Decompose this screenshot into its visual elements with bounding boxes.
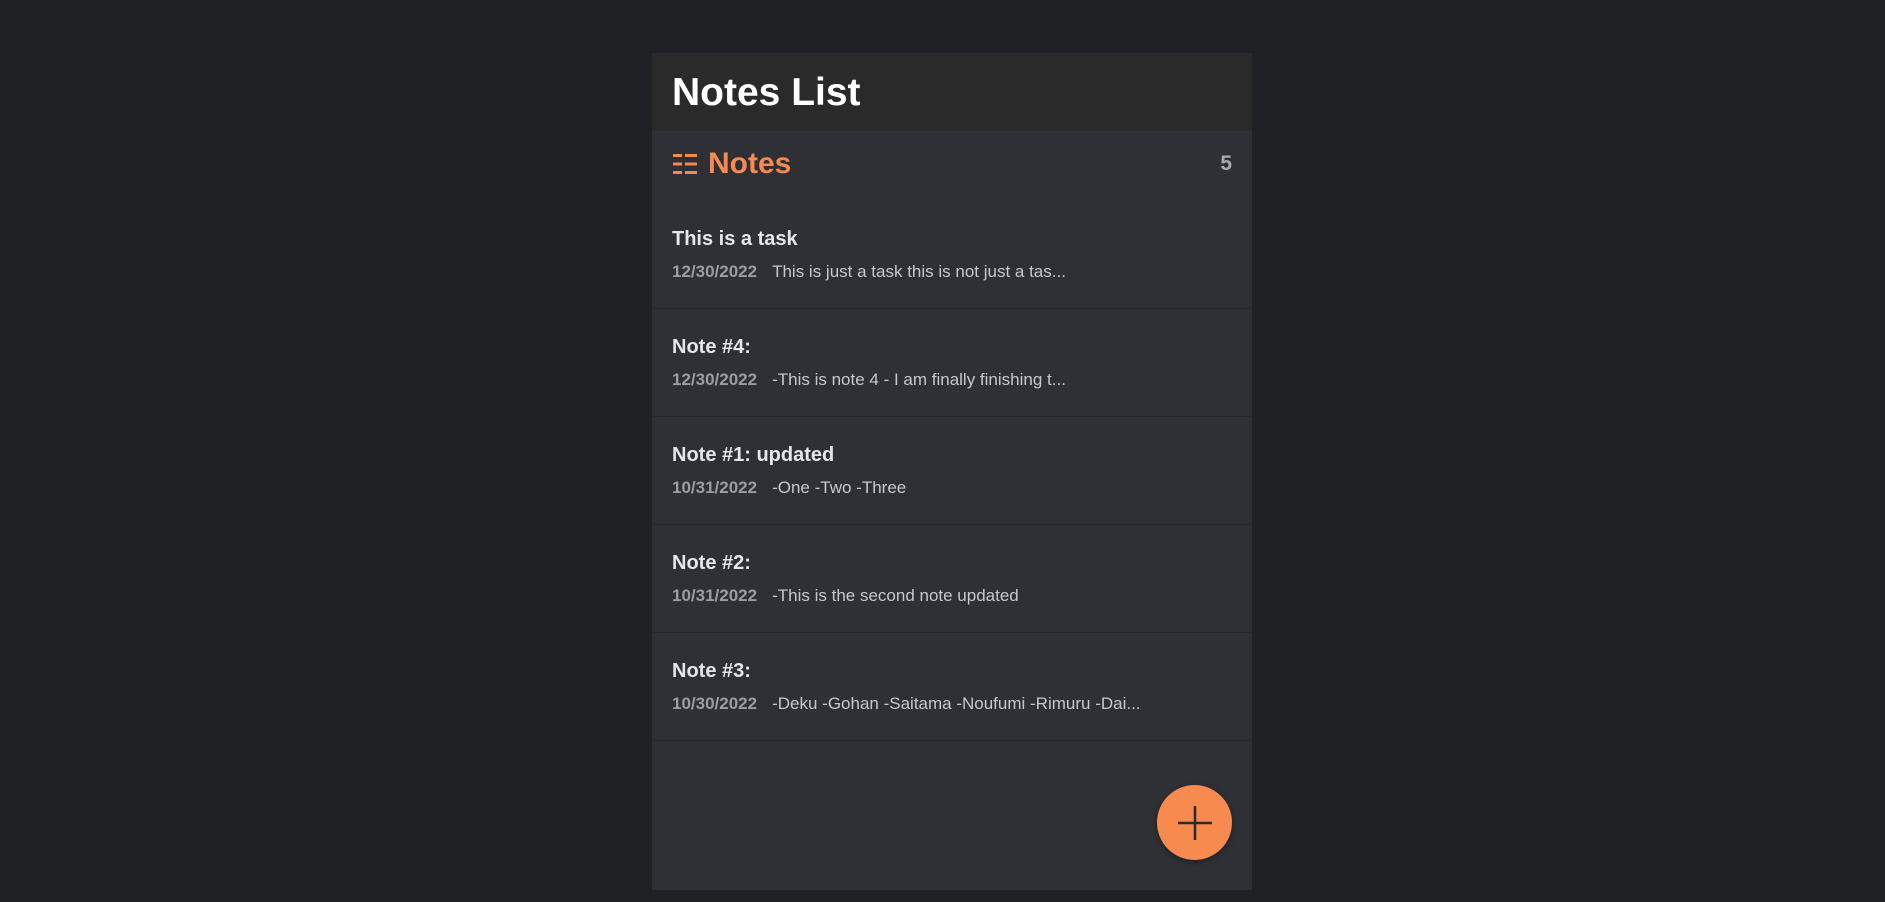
notes-app: Notes List Notes 5 This is a task 12/30/… bbox=[652, 53, 1252, 890]
note-date: 10/30/2022 bbox=[672, 693, 758, 713]
note-list-item[interactable]: Note #3: 10/30/2022 -Deku -Gohan -Saitam… bbox=[652, 633, 1252, 741]
note-list-item[interactable]: Note #1: updated 10/31/2022 -One -Two -T… bbox=[652, 417, 1252, 525]
note-preview: This is just a task this is not just a t… bbox=[772, 261, 1066, 281]
note-date: 10/31/2022 bbox=[672, 585, 758, 605]
notes-list-header: Notes 5 bbox=[652, 133, 1252, 195]
notes-list-title: Notes bbox=[708, 147, 792, 180]
note-title: Note #3: bbox=[672, 659, 751, 682]
note-preview: -This is note 4 - I am finally finishing… bbox=[772, 369, 1066, 389]
notes-list: This is a task 12/30/2022 This is just a… bbox=[652, 201, 1252, 741]
note-list-item[interactable]: Note #4: 12/30/2022 -This is note 4 - I … bbox=[652, 309, 1252, 417]
add-note-button[interactable] bbox=[1157, 785, 1232, 860]
note-preview: -Deku -Gohan -Saitama -Noufumi -Rimuru -… bbox=[772, 693, 1141, 713]
note-date: 10/31/2022 bbox=[672, 477, 758, 497]
note-preview: -One -Two -Three bbox=[772, 477, 907, 497]
plus-icon bbox=[1177, 805, 1212, 840]
note-title: Note #4: bbox=[672, 335, 751, 358]
note-list-item[interactable]: This is a task 12/30/2022 This is just a… bbox=[652, 201, 1252, 309]
note-date: 12/30/2022 bbox=[672, 261, 758, 281]
note-list-item[interactable]: Note #2: 10/31/2022 -This is the second … bbox=[652, 525, 1252, 633]
note-title: Note #1: updated bbox=[672, 443, 835, 466]
note-meta: 12/30/2022 This is just a task this is n… bbox=[672, 262, 1232, 282]
notes-list-heading: Notes bbox=[672, 147, 791, 181]
page-title: Notes List bbox=[672, 71, 861, 114]
notes-count: 5 bbox=[1220, 152, 1232, 175]
list-icon bbox=[672, 152, 698, 176]
note-title: This is a task bbox=[672, 227, 798, 250]
note-date: 12/30/2022 bbox=[672, 369, 758, 389]
note-meta: 10/31/2022 -One -Two -Three bbox=[672, 478, 1232, 498]
note-meta: 12/30/2022 -This is note 4 - I am finall… bbox=[672, 370, 1232, 390]
app-header: Notes List bbox=[652, 53, 1252, 131]
note-meta: 10/31/2022 -This is the second note upda… bbox=[672, 586, 1232, 606]
note-preview: -This is the second note updated bbox=[772, 585, 1019, 605]
note-title: Note #2: bbox=[672, 551, 751, 574]
note-meta: 10/30/2022 -Deku -Gohan -Saitama -Noufum… bbox=[672, 694, 1232, 714]
